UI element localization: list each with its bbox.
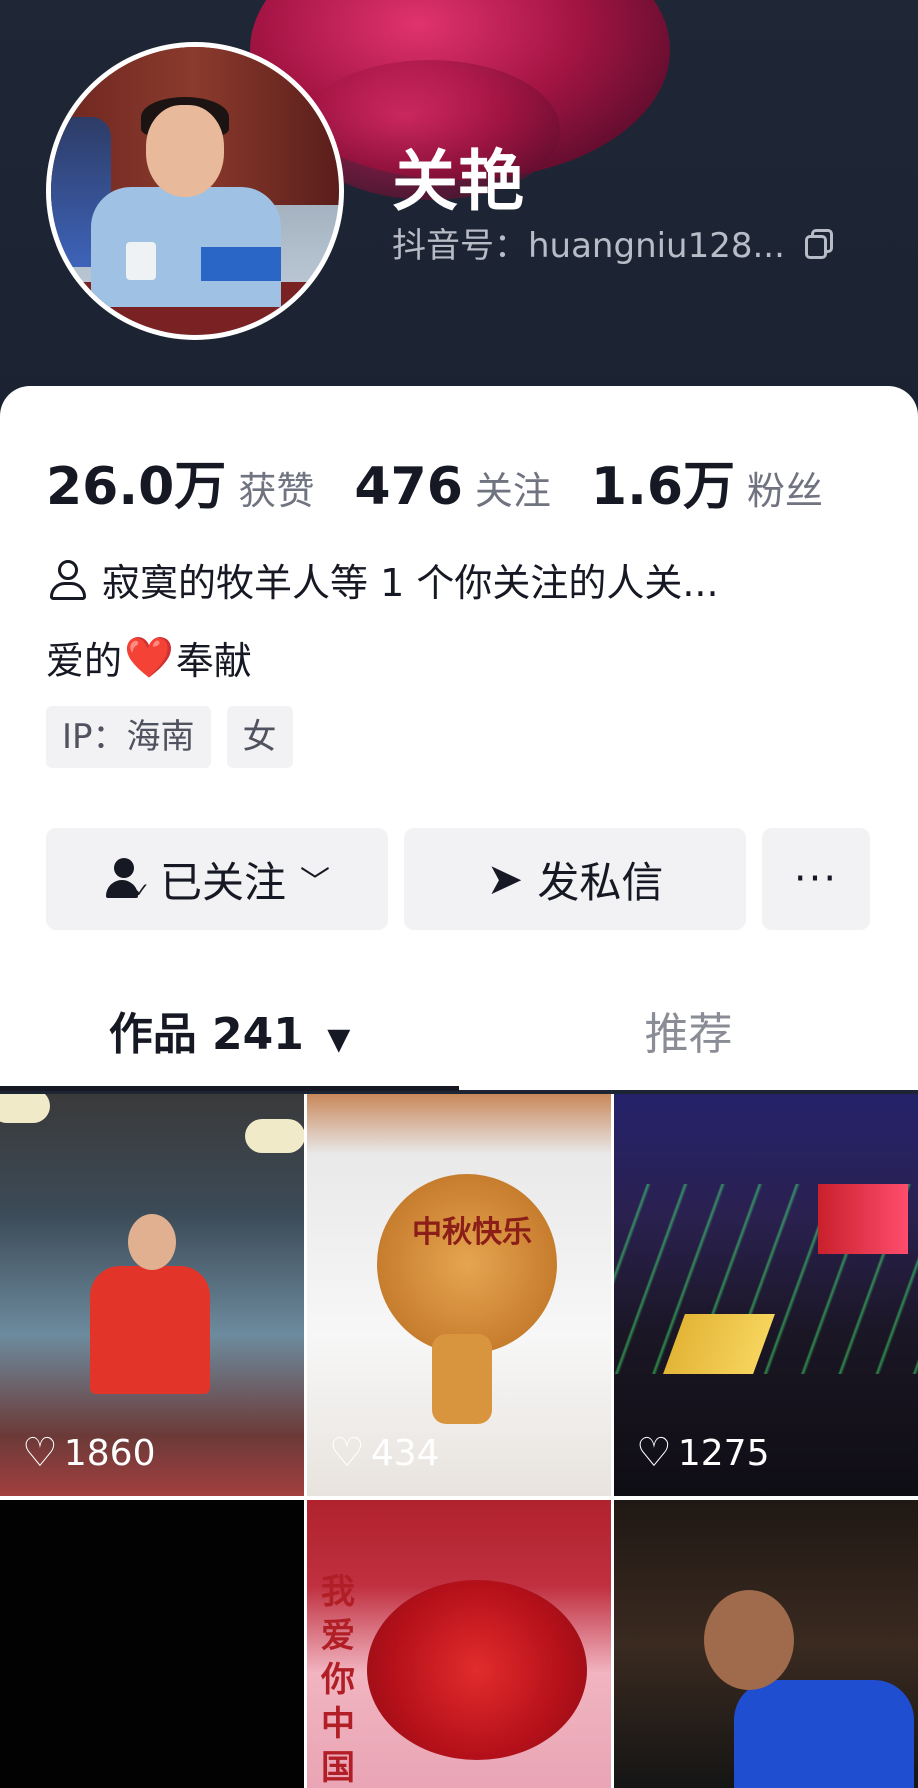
video-thumbnail[interactable]: 我爱你中国 [307,1500,611,1788]
tab-active-indicator [0,1086,459,1091]
more-icon: ··· [793,856,839,902]
like-count-value: 434 [370,1432,440,1474]
video-thumbnail[interactable] [614,1500,918,1788]
content-tabs: 作品 241 ▼ 推荐 [0,990,918,1090]
stat-followers-label: 粉丝 [747,469,824,513]
mutual-followers[interactable]: 寂寞的牧羊人等 1 个你关注的人关... [46,552,719,607]
followed-button[interactable]: ✓ 已关注 ﹀ [46,828,388,930]
followed-label: 已关注 [159,857,286,907]
stat-followers-value: 1.6万 [590,457,736,517]
send-icon: ➤ [486,853,524,905]
player-figure [674,1590,914,1788]
heart-outline-icon: ♡ [636,1430,672,1476]
video-grid: ♡ 1860 中秋快乐 ♡ 434 ♡ 1275 我爱你中国 [0,1094,918,1788]
stat-following-value: 476 [354,457,463,517]
like-count: ♡ 1275 [636,1430,769,1476]
tab-works[interactable]: 作品 241 ▼ [0,990,459,1090]
bio: 爱的 ❤️ 奉献 [46,630,252,685]
more-button[interactable]: ··· [762,828,870,930]
video-thumbnail[interactable]: ♡ 1275 [614,1094,918,1496]
send-message-label: 发私信 [537,857,664,907]
user-check-icon: ✓ [104,856,150,902]
tag-gender: 女 [226,706,293,768]
mooncake-image [377,1174,557,1354]
send-message-button[interactable]: ➤ 发私信 [404,828,746,930]
mooncake-text: 中秋快乐 [412,1215,532,1250]
tab-works-label: 作品 241 [108,1009,304,1060]
heart-emoji-icon: ❤️ [124,635,174,681]
bio-text-start: 爱的 [46,639,123,683]
person-icon [46,558,90,602]
like-count: ♡ 1860 [22,1430,155,1476]
stats-row: 26.0万 获赞 476 关注 1.6万 粉丝 [46,444,863,519]
video-thumbnail[interactable] [0,1500,304,1788]
rose-overlay-text: 我爱你中国 [321,1572,355,1788]
like-count-value: 1860 [63,1432,156,1474]
douyin-id: 抖音号：huangniu128... [392,226,785,266]
bio-text-end: 奉献 [175,639,252,683]
stat-likes-value: 26.0万 [46,457,227,517]
video-thumbnail[interactable]: 中秋快乐 ♡ 434 [307,1094,611,1496]
video-thumbnail[interactable]: ♡ 1860 [0,1094,304,1496]
like-count-value: 1275 [677,1432,770,1474]
tab-recommend-label: 推荐 [644,1009,733,1060]
stat-likes[interactable]: 26.0万 获赞 [46,444,314,519]
tag-ip-location: IP：海南 [46,706,211,768]
copy-icon[interactable] [803,227,835,259]
stat-following[interactable]: 476 关注 [354,457,551,517]
player-figure [90,1214,210,1394]
chevron-down-icon: ﹀ [300,865,330,900]
profile-name: 关艳 [392,143,524,220]
roses-image [367,1580,587,1760]
mutual-followers-text: 寂寞的牧羊人等 1 个你关注的人关... [102,561,719,605]
caret-down-icon: ▼ [327,1022,351,1057]
stat-followers[interactable]: 1.6万 粉丝 [591,444,823,519]
heart-outline-icon: ♡ [22,1430,58,1476]
tab-recommend[interactable]: 推荐 [459,990,918,1090]
action-buttons: ✓ 已关注 ﹀ ➤ 发私信 ··· [46,828,870,930]
heart-outline-icon: ♡ [329,1430,365,1476]
douyin-id-row[interactable]: 抖音号：huangniu128... [392,218,835,267]
stat-likes-label: 获赞 [238,469,315,513]
stat-following-label: 关注 [474,469,551,513]
avatar[interactable] [46,42,344,340]
like-count: ♡ 434 [329,1430,440,1476]
tags-row: IP：海南 女 [46,706,293,768]
